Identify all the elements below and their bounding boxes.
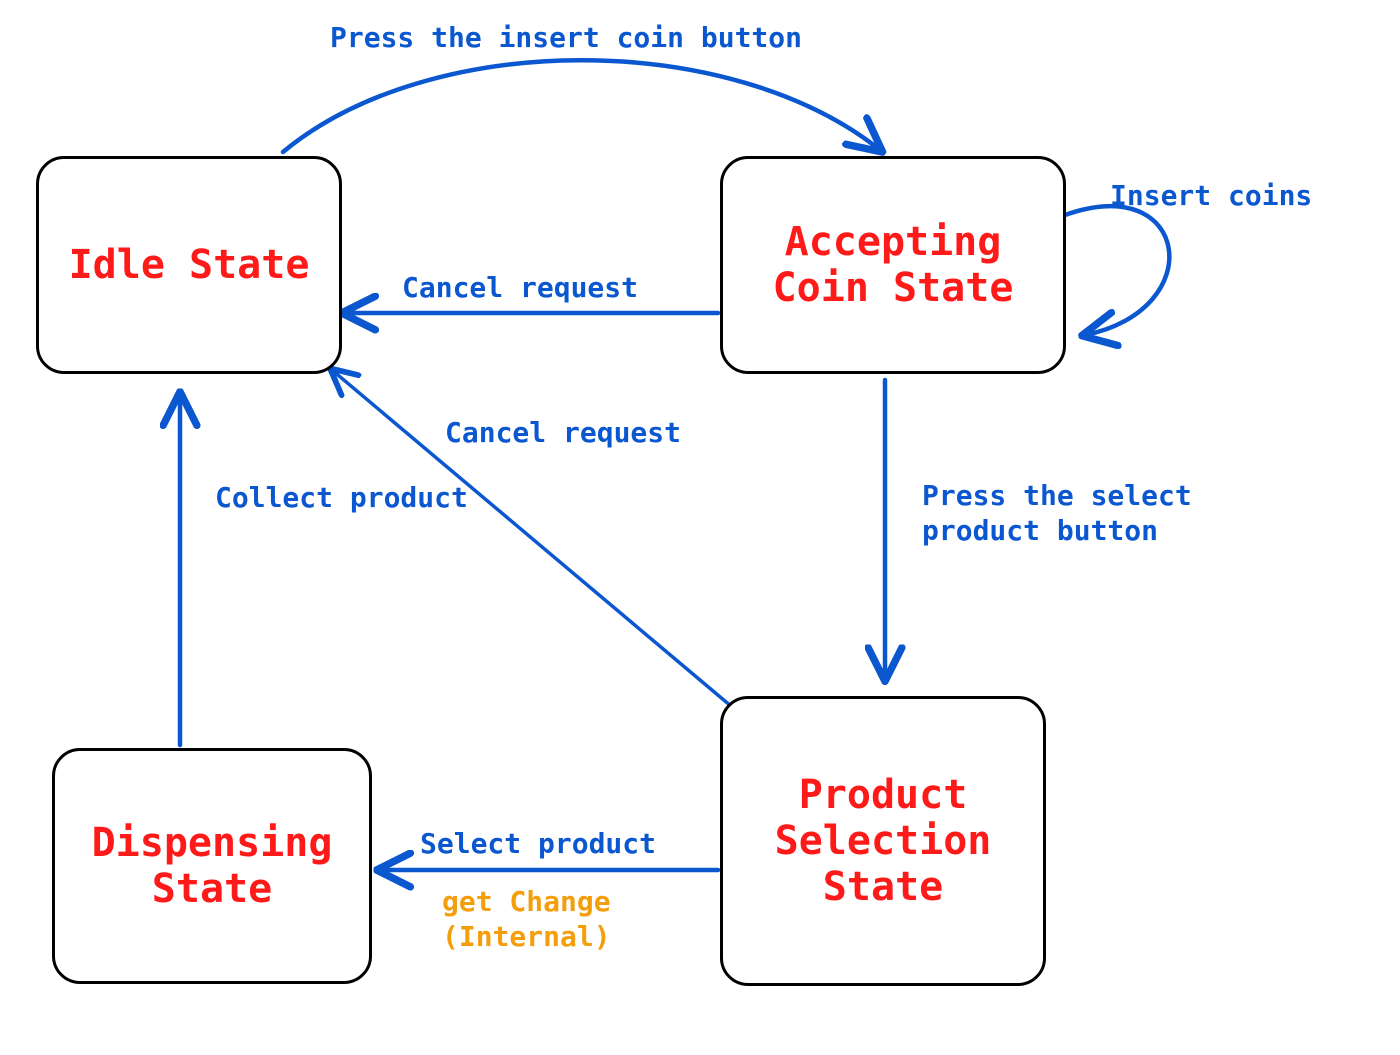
state-dispensing-label: Dispensing State (92, 820, 333, 912)
label-dispensing-to-idle: Collect product (215, 480, 468, 515)
label-accepting-to-product: Press the select product button (922, 478, 1192, 548)
label-accepting-self: Insert coins (1110, 178, 1312, 213)
edge-idle-to-accepting (283, 60, 880, 152)
state-idle: Idle State (36, 156, 342, 374)
label-product-to-dispensing-internal: get Change (Internal) (442, 884, 611, 954)
state-dispensing: Dispensing State (52, 748, 372, 984)
label-product-to-idle: Cancel request (445, 415, 681, 450)
edge-accepting-self (1065, 206, 1169, 335)
state-product-selection: Product Selection State (720, 696, 1046, 986)
label-accepting-to-idle: Cancel request (402, 270, 638, 305)
state-diagram: Idle State Accepting Coin State Product … (0, 0, 1400, 1055)
label-product-to-dispensing: Select product (420, 826, 656, 861)
state-accepting-coin-label: Accepting Coin State (773, 219, 1014, 311)
label-idle-to-accepting: Press the insert coin button (330, 20, 802, 55)
state-accepting-coin: Accepting Coin State (720, 156, 1066, 374)
state-product-selection-label: Product Selection State (775, 772, 992, 910)
state-idle-label: Idle State (69, 242, 310, 288)
